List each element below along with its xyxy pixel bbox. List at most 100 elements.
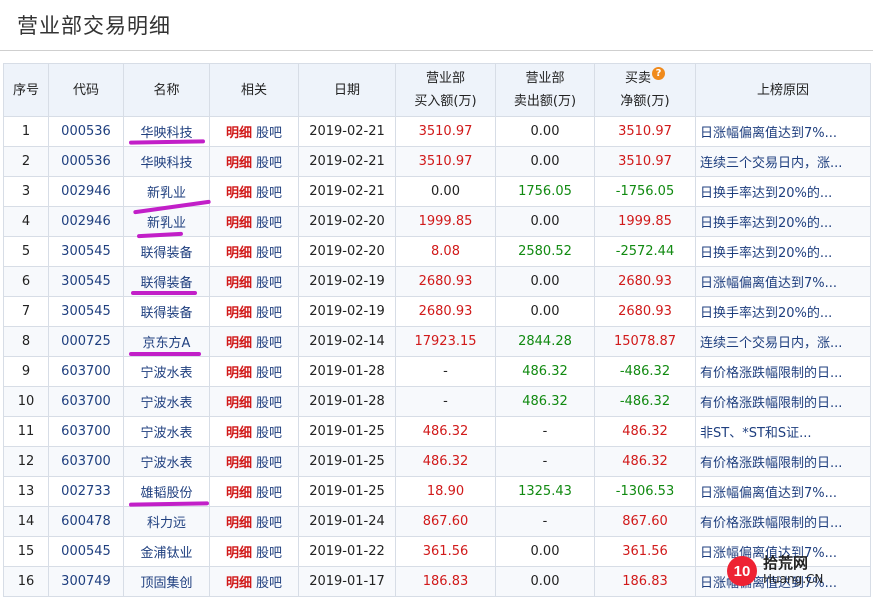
stock-name-link[interactable]: 宁波水表 xyxy=(123,446,210,477)
related-links: 明细 股吧 xyxy=(209,236,299,267)
detail-link[interactable]: 明细 xyxy=(226,306,252,321)
listing-reason-link[interactable]: 非ST、*ST和S证... xyxy=(695,416,871,447)
stock-forum-link[interactable]: 股吧 xyxy=(256,126,282,141)
stock-forum-link[interactable]: 股吧 xyxy=(256,186,282,201)
stock-forum-link[interactable]: 股吧 xyxy=(256,456,282,471)
listing-reason-link[interactable]: 日涨幅偏离值达到7%... xyxy=(695,116,871,147)
stock-code-link[interactable]: 000725 xyxy=(48,326,124,357)
col-header-net-line2: 净额(万) xyxy=(620,94,670,109)
stock-code-link[interactable]: 000545 xyxy=(48,536,124,567)
stock-code-link[interactable]: 603700 xyxy=(48,386,124,417)
listing-reason-link[interactable]: 有价格涨跌幅限制的日... xyxy=(695,356,871,387)
stock-code-link[interactable]: 603700 xyxy=(48,446,124,477)
sell-amount: 0.00 xyxy=(495,266,595,297)
stock-name-link[interactable]: 联得装备 xyxy=(123,296,210,327)
stock-code-link[interactable]: 603700 xyxy=(48,356,124,387)
stock-code-link[interactable]: 002946 xyxy=(48,176,124,207)
related-links: 明细 股吧 xyxy=(209,116,299,147)
table-row: 3 002946 新乳业 明细 股吧 2019-02-21 0.00 1756.05 -1756… xyxy=(3,176,871,207)
detail-link[interactable]: 明细 xyxy=(226,546,252,561)
stock-forum-link[interactable]: 股吧 xyxy=(256,486,282,501)
listing-reason-link[interactable]: 日涨幅偏离值达到7%... xyxy=(695,476,871,507)
related-links: 明细 股吧 xyxy=(209,176,299,207)
trade-date: 2019-02-14 xyxy=(298,326,396,357)
detail-link[interactable]: 明细 xyxy=(226,156,252,171)
related-links: 明细 股吧 xyxy=(209,416,299,447)
stock-name-link[interactable]: 宁波水表 xyxy=(123,356,210,387)
stock-forum-link[interactable]: 股吧 xyxy=(256,216,282,231)
stock-code-link[interactable]: 300545 xyxy=(48,266,124,297)
stock-code-link[interactable]: 300545 xyxy=(48,236,124,267)
listing-reason-link[interactable]: 连续三个交易日内，涨... xyxy=(695,326,871,357)
stock-code-link[interactable]: 600478 xyxy=(48,506,124,537)
col-header-related: 相关 xyxy=(209,63,299,117)
detail-link[interactable]: 明细 xyxy=(226,246,252,261)
listing-reason-link[interactable]: 日换手率达到20%的... xyxy=(695,206,871,237)
buy-amount: 0.00 xyxy=(395,176,496,207)
trade-date: 2019-01-28 xyxy=(298,356,396,387)
table-row: 11 603700 宁波水表 明细 股吧 2019-01-25 486.32-486.32 非… xyxy=(3,416,871,447)
stock-code-link[interactable]: 000536 xyxy=(48,146,124,177)
detail-link[interactable]: 明细 xyxy=(226,456,252,471)
stock-code-link[interactable]: 300545 xyxy=(48,296,124,327)
net-amount: 186.83 xyxy=(594,566,696,597)
stock-code-link[interactable]: 300749 xyxy=(48,566,124,597)
listing-reason-link[interactable]: 有价格涨跌幅限制的日... xyxy=(695,446,871,477)
stock-code-link[interactable]: 002733 xyxy=(48,476,124,507)
detail-link[interactable]: 明细 xyxy=(226,576,252,591)
col-header-net[interactable]: 买卖? 净额(万) xyxy=(594,63,696,117)
col-header-buy[interactable]: 营业部 买入额(万) xyxy=(395,63,496,117)
stock-code-link[interactable]: 603700 xyxy=(48,416,124,447)
annotation-underline-row-6 xyxy=(131,291,197,295)
listing-reason-link[interactable]: 日换手率达到20%的... xyxy=(695,176,871,207)
listing-reason-link[interactable]: 日换手率达到20%的... xyxy=(695,236,871,267)
table-row: 12 603700 宁波水表 明细 股吧 2019-01-25 486.32-486.32 有… xyxy=(3,446,871,477)
detail-link[interactable]: 明细 xyxy=(226,486,252,501)
stock-forum-link[interactable]: 股吧 xyxy=(256,336,282,351)
stock-forum-link[interactable]: 股吧 xyxy=(256,546,282,561)
trade-date: 2019-01-25 xyxy=(298,476,396,507)
listing-reason-link[interactable]: 有价格涨跌幅限制的日... xyxy=(695,386,871,417)
detail-link[interactable]: 明细 xyxy=(226,516,252,531)
stock-name-link[interactable]: 华映科技 xyxy=(123,146,210,177)
col-header-sell[interactable]: 营业部 卖出额(万) xyxy=(495,63,595,117)
stock-forum-link[interactable]: 股吧 xyxy=(256,576,282,591)
detail-link[interactable]: 明细 xyxy=(226,276,252,291)
stock-name-link[interactable]: 宁波水表 xyxy=(123,386,210,417)
trade-date: 2019-02-20 xyxy=(298,236,396,267)
watermark-site-name: 拾荒网 xyxy=(763,554,809,572)
stock-name-link[interactable]: 科力远 xyxy=(123,506,210,537)
detail-link[interactable]: 明细 xyxy=(226,396,252,411)
detail-link[interactable]: 明细 xyxy=(226,336,252,351)
listing-reason-link[interactable]: 日涨幅偏离值达到7%... xyxy=(695,266,871,297)
stock-code-link[interactable]: 000536 xyxy=(48,116,124,147)
stock-name-link[interactable]: 联得装备 xyxy=(123,236,210,267)
detail-link[interactable]: 明细 xyxy=(226,426,252,441)
detail-link[interactable]: 明细 xyxy=(226,186,252,201)
net-amount: 3510.97 xyxy=(594,146,696,177)
listing-reason-link[interactable]: 连续三个交易日内，涨... xyxy=(695,146,871,177)
row-index: 4 xyxy=(3,206,49,237)
stock-forum-link[interactable]: 股吧 xyxy=(256,366,282,381)
stock-name-link[interactable]: 宁波水表 xyxy=(123,416,210,447)
stock-forum-link[interactable]: 股吧 xyxy=(256,156,282,171)
stock-forum-link[interactable]: 股吧 xyxy=(256,306,282,321)
listing-reason-link[interactable]: 日换手率达到20%的... xyxy=(695,296,871,327)
trade-date: 2019-02-19 xyxy=(298,296,396,327)
detail-link[interactable]: 明细 xyxy=(226,366,252,381)
question-circle-icon[interactable]: ? xyxy=(652,67,665,80)
stock-code-link[interactable]: 002946 xyxy=(48,206,124,237)
sell-amount: - xyxy=(495,446,595,477)
stock-name-link[interactable]: 金浦钛业 xyxy=(123,536,210,567)
detail-link[interactable]: 明细 xyxy=(226,216,252,231)
stock-forum-link[interactable]: 股吧 xyxy=(256,516,282,531)
related-links: 明细 股吧 xyxy=(209,506,299,537)
detail-link[interactable]: 明细 xyxy=(226,126,252,141)
listing-reason-link[interactable]: 有价格涨跌幅限制的日... xyxy=(695,506,871,537)
stock-forum-link[interactable]: 股吧 xyxy=(256,396,282,411)
stock-name-link[interactable]: 顶固集创 xyxy=(123,566,210,597)
col-header-code: 代码 xyxy=(48,63,124,117)
stock-forum-link[interactable]: 股吧 xyxy=(256,246,282,261)
stock-forum-link[interactable]: 股吧 xyxy=(256,276,282,291)
stock-forum-link[interactable]: 股吧 xyxy=(256,426,282,441)
